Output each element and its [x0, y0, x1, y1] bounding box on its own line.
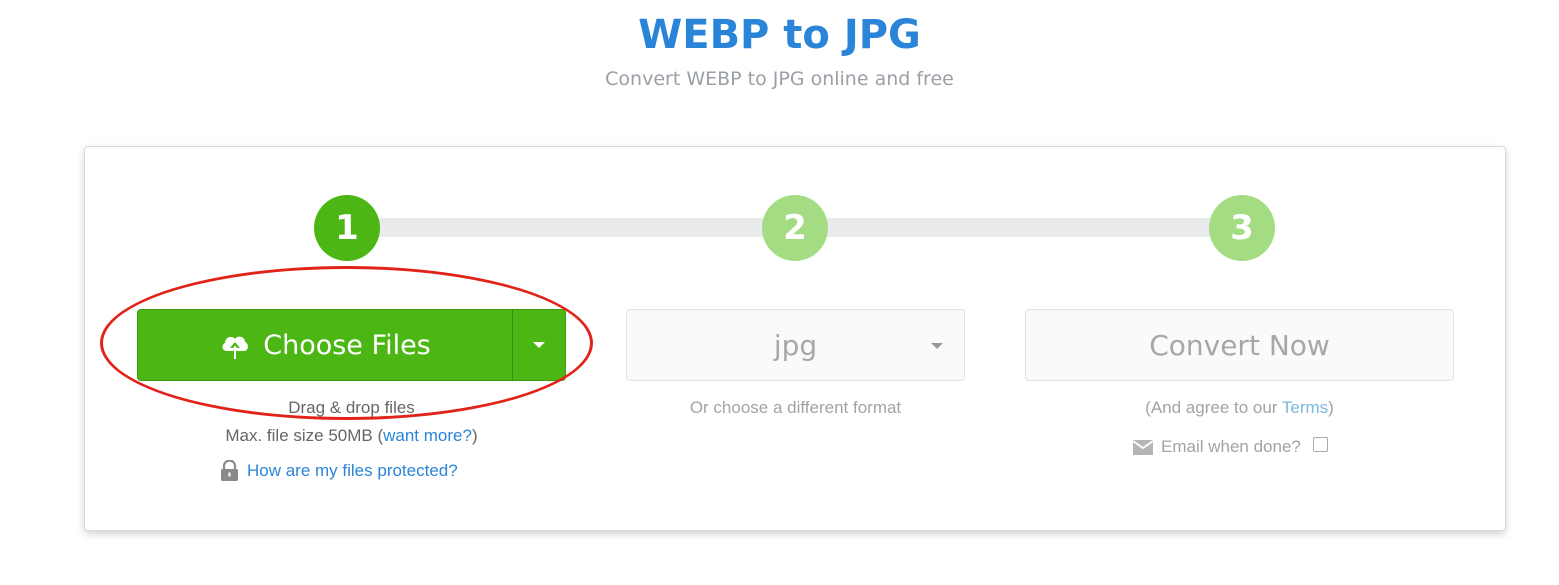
terms-text: (And agree to our Terms) — [1025, 398, 1454, 418]
email-when-done-row: Email when done? — [1133, 436, 1328, 457]
choose-files-label: Choose Files — [263, 329, 431, 361]
step-1-badge: 1 — [314, 195, 380, 261]
terms-link[interactable]: Terms — [1282, 398, 1328, 417]
upload-source-dropdown[interactable] — [513, 310, 565, 380]
format-select[interactable]: jpg — [626, 309, 965, 381]
email-when-done-label: Email when done? — [1161, 437, 1301, 456]
cloud-upload-icon — [222, 336, 249, 359]
files-protected-row: How are my files protected? — [220, 460, 458, 481]
convert-now-button[interactable]: Convert Now — [1025, 309, 1454, 381]
envelope-icon — [1133, 439, 1153, 455]
format-selected-value: jpg — [773, 328, 818, 362]
page-subtitle: Convert WEBP to JPG online and free — [605, 68, 954, 90]
terms-prefix: (And agree to our — [1145, 398, 1282, 417]
want-more-link[interactable]: want more? — [383, 426, 472, 445]
choose-files-button-group: Choose Files — [137, 309, 566, 381]
terms-suffix: ) — [1328, 398, 1334, 417]
step-3-badge: 3 — [1209, 195, 1275, 261]
max-size-prefix: Max. file size 50MB ( — [225, 426, 384, 445]
caret-down-icon — [931, 343, 943, 349]
caret-down-icon — [533, 342, 545, 348]
format-hint: Or choose a different format — [689, 398, 902, 417]
files-protected-link[interactable]: How are my files protected? — [247, 461, 458, 481]
choose-files-button[interactable]: Choose Files — [138, 310, 512, 380]
step-2-badge: 2 — [762, 195, 828, 261]
page-title: WEBP to JPG — [638, 12, 921, 58]
max-size-suffix: ) — [471, 426, 478, 445]
email-when-done-checkbox[interactable] — [1312, 436, 1328, 452]
lock-icon — [221, 460, 238, 481]
drag-drop-hint: Drag & drop files — [288, 398, 415, 417]
max-file-size-text: Max. file size 50MB (want more?) — [137, 426, 566, 446]
convert-now-label: Convert Now — [1149, 328, 1330, 362]
